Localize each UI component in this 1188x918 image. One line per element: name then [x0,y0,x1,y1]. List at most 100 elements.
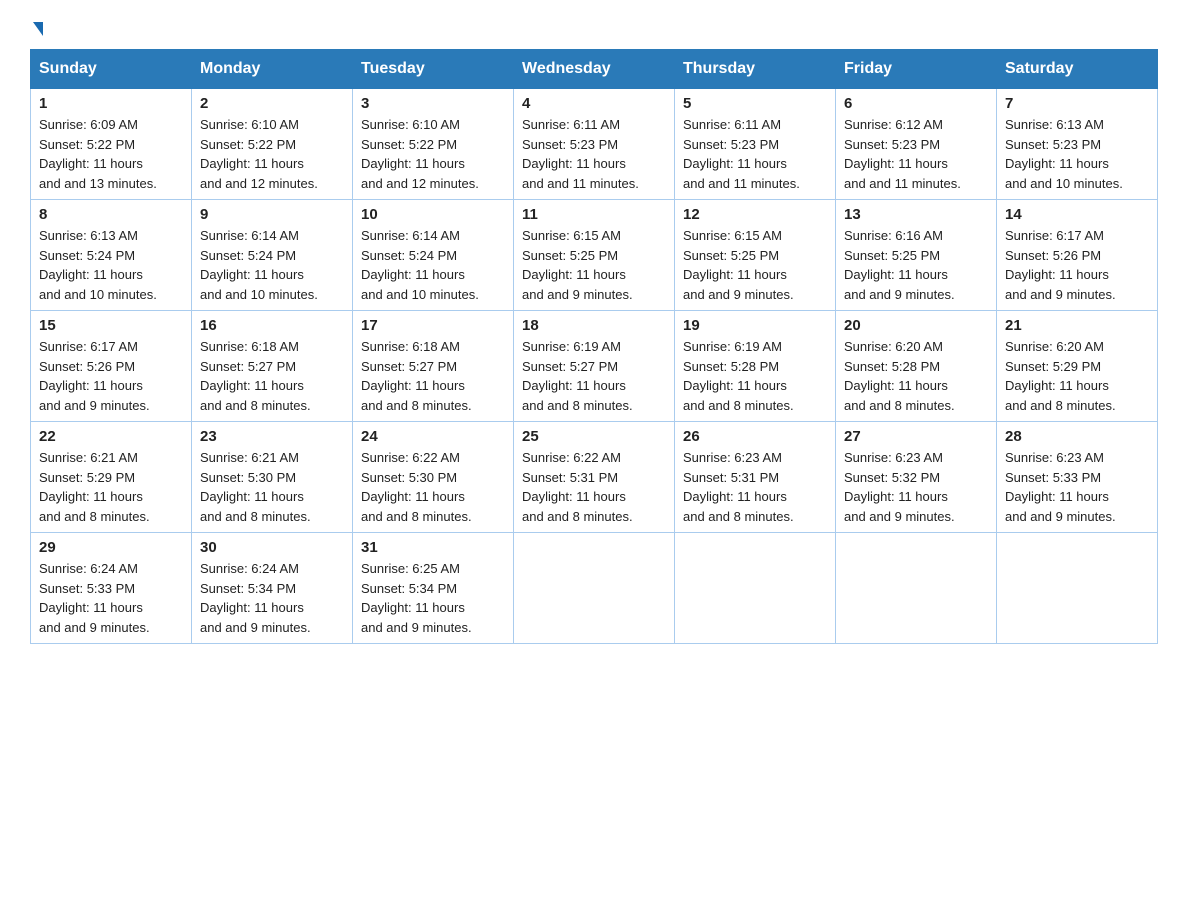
day-info: Sunrise: 6:22 AMSunset: 5:31 PMDaylight:… [522,448,666,526]
day-info: Sunrise: 6:13 AMSunset: 5:24 PMDaylight:… [39,226,183,304]
calendar-cell: 24 Sunrise: 6:22 AMSunset: 5:30 PMDayligh… [353,422,514,533]
day-info: Sunrise: 6:20 AMSunset: 5:28 PMDaylight:… [844,337,988,415]
day-number: 8 [39,206,183,223]
day-info: Sunrise: 6:15 AMSunset: 5:25 PMDaylight:… [683,226,827,304]
day-number: 20 [844,317,988,334]
calendar-cell [997,533,1158,644]
calendar-week-row: 1Sunrise: 6:09 AMSunset: 5:22 PMDaylight… [31,89,1158,200]
calendar-cell: 14 Sunrise: 6:17 AMSunset: 5:26 PMDayligh… [997,200,1158,311]
weekday-header-tuesday: Tuesday [353,50,514,89]
day-info: Sunrise: 6:21 AMSunset: 5:30 PMDaylight:… [200,448,344,526]
calendar-cell: 23 Sunrise: 6:21 AMSunset: 5:30 PMDayligh… [192,422,353,533]
calendar-cell: 28 Sunrise: 6:23 AMSunset: 5:33 PMDayligh… [997,422,1158,533]
day-info: Sunrise: 6:19 AMSunset: 5:27 PMDaylight:… [522,337,666,415]
calendar-cell [836,533,997,644]
calendar-cell: 16 Sunrise: 6:18 AMSunset: 5:27 PMDayligh… [192,311,353,422]
calendar-week-row: 22Sunrise: 6:21 AMSunset: 5:29 PMDayligh… [31,422,1158,533]
day-info: Sunrise: 6:24 AMSunset: 5:33 PMDaylight:… [39,559,183,637]
calendar-cell: 13 Sunrise: 6:16 AMSunset: 5:25 PMDayligh… [836,200,997,311]
day-info: Sunrise: 6:17 AMSunset: 5:26 PMDaylight:… [1005,226,1149,304]
calendar-cell: 7 Sunrise: 6:13 AMSunset: 5:23 PMDaylight… [997,89,1158,200]
day-info: Sunrise: 6:17 AMSunset: 5:26 PMDaylight:… [39,337,183,415]
calendar-cell: 8 Sunrise: 6:13 AMSunset: 5:24 PMDaylight… [31,200,192,311]
page-header [30,20,1158,39]
weekday-header-thursday: Thursday [675,50,836,89]
calendar-cell: 17 Sunrise: 6:18 AMSunset: 5:27 PMDayligh… [353,311,514,422]
day-number: 16 [200,317,344,334]
calendar-cell: 6 Sunrise: 6:12 AMSunset: 5:23 PMDaylight… [836,89,997,200]
calendar-cell: 25 Sunrise: 6:22 AMSunset: 5:31 PMDayligh… [514,422,675,533]
calendar-cell [675,533,836,644]
day-info: Sunrise: 6:13 AMSunset: 5:23 PMDaylight:… [1005,115,1149,193]
calendar-cell: 3 Sunrise: 6:10 AMSunset: 5:22 PMDaylight… [353,89,514,200]
calendar-cell: 22Sunrise: 6:21 AMSunset: 5:29 PMDayligh… [31,422,192,533]
calendar-cell: 2 Sunrise: 6:10 AMSunset: 5:22 PMDaylight… [192,89,353,200]
day-number: 31 [361,539,505,556]
day-info: Sunrise: 6:21 AMSunset: 5:29 PMDaylight:… [39,448,183,526]
day-number: 12 [683,206,827,223]
day-info: Sunrise: 6:16 AMSunset: 5:25 PMDaylight:… [844,226,988,304]
day-info: Sunrise: 6:10 AMSunset: 5:22 PMDaylight:… [200,115,344,193]
calendar-cell: 9 Sunrise: 6:14 AMSunset: 5:24 PMDaylight… [192,200,353,311]
day-number: 14 [1005,206,1149,223]
calendar-cell: 10Sunrise: 6:14 AMSunset: 5:24 PMDayligh… [353,200,514,311]
day-info: Sunrise: 6:10 AMSunset: 5:22 PMDaylight:… [361,115,505,193]
day-info: Sunrise: 6:22 AMSunset: 5:30 PMDaylight:… [361,448,505,526]
day-number: 21 [1005,317,1149,334]
day-number: 28 [1005,428,1149,445]
day-number: 1 [39,95,183,112]
day-info: Sunrise: 6:19 AMSunset: 5:28 PMDaylight:… [683,337,827,415]
day-info: Sunrise: 6:18 AMSunset: 5:27 PMDaylight:… [361,337,505,415]
day-number: 3 [361,95,505,112]
calendar-cell: 27 Sunrise: 6:23 AMSunset: 5:32 PMDayligh… [836,422,997,533]
day-number: 5 [683,95,827,112]
day-number: 15 [39,317,183,334]
day-info: Sunrise: 6:20 AMSunset: 5:29 PMDaylight:… [1005,337,1149,415]
day-number: 2 [200,95,344,112]
day-info: Sunrise: 6:25 AMSunset: 5:34 PMDaylight:… [361,559,505,637]
day-info: Sunrise: 6:18 AMSunset: 5:27 PMDaylight:… [200,337,344,415]
day-info: Sunrise: 6:24 AMSunset: 5:34 PMDaylight:… [200,559,344,637]
calendar-cell: 19 Sunrise: 6:19 AMSunset: 5:28 PMDayligh… [675,311,836,422]
calendar-week-row: 15 Sunrise: 6:17 AMSunset: 5:26 PMDayligh… [31,311,1158,422]
day-info: Sunrise: 6:23 AMSunset: 5:33 PMDaylight:… [1005,448,1149,526]
day-number: 29 [39,539,183,556]
day-number: 9 [200,206,344,223]
calendar-cell: 11 Sunrise: 6:15 AMSunset: 5:25 PMDayligh… [514,200,675,311]
weekday-header-monday: Monday [192,50,353,89]
day-info: Sunrise: 6:12 AMSunset: 5:23 PMDaylight:… [844,115,988,193]
calendar-cell [514,533,675,644]
calendar-week-row: 29 Sunrise: 6:24 AMSunset: 5:33 PMDayligh… [31,533,1158,644]
day-number: 30 [200,539,344,556]
weekday-header-row: SundayMondayTuesdayWednesdayThursdayFrid… [31,50,1158,89]
calendar-cell: 26Sunrise: 6:23 AMSunset: 5:31 PMDayligh… [675,422,836,533]
day-info: Sunrise: 6:14 AMSunset: 5:24 PMDaylight:… [200,226,344,304]
calendar-cell: 18Sunrise: 6:19 AMSunset: 5:27 PMDayligh… [514,311,675,422]
day-number: 27 [844,428,988,445]
weekday-header-saturday: Saturday [997,50,1158,89]
calendar-cell: 29 Sunrise: 6:24 AMSunset: 5:33 PMDayligh… [31,533,192,644]
day-number: 7 [1005,95,1149,112]
day-number: 19 [683,317,827,334]
day-info: Sunrise: 6:23 AMSunset: 5:32 PMDaylight:… [844,448,988,526]
day-number: 10 [361,206,505,223]
calendar-cell: 21 Sunrise: 6:20 AMSunset: 5:29 PMDayligh… [997,311,1158,422]
day-number: 13 [844,206,988,223]
calendar-cell: 4Sunrise: 6:11 AMSunset: 5:23 PMDaylight… [514,89,675,200]
day-number: 25 [522,428,666,445]
day-info: Sunrise: 6:11 AMSunset: 5:23 PMDaylight:… [683,115,827,193]
calendar-cell: 30 Sunrise: 6:24 AMSunset: 5:34 PMDayligh… [192,533,353,644]
calendar-cell: 12 Sunrise: 6:15 AMSunset: 5:25 PMDayligh… [675,200,836,311]
day-info: Sunrise: 6:15 AMSunset: 5:25 PMDaylight:… [522,226,666,304]
calendar-cell: 5 Sunrise: 6:11 AMSunset: 5:23 PMDaylight… [675,89,836,200]
calendar-cell: 15 Sunrise: 6:17 AMSunset: 5:26 PMDayligh… [31,311,192,422]
day-number: 11 [522,206,666,223]
day-number: 24 [361,428,505,445]
logo [30,25,43,39]
day-number: 23 [200,428,344,445]
day-number: 17 [361,317,505,334]
logo-arrow-icon [33,22,43,36]
day-number: 6 [844,95,988,112]
day-info: Sunrise: 6:11 AMSunset: 5:23 PMDaylight:… [522,115,666,193]
calendar-cell: 31 Sunrise: 6:25 AMSunset: 5:34 PMDayligh… [353,533,514,644]
